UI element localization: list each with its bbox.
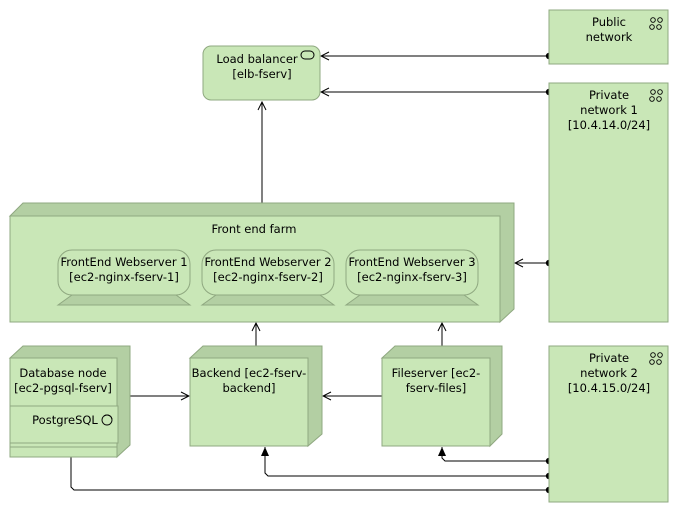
- webserver-1-label: FrontEnd Webserver 1: [60, 255, 187, 269]
- database-node[interactable]: Database node [ec2-pgsql-fserv] PostgreS…: [8, 345, 131, 459]
- private-network-2[interactable]: Private network 2 [10.4.15.0/24]: [548, 345, 669, 503]
- backend-label-1: Backend [ec2-fserv-: [192, 366, 307, 380]
- webserver-2[interactable]: FrontEnd Webserver 2 [ec2-nginx-fserv-2]: [200, 249, 336, 306]
- farm-name: Front end farm: [212, 222, 297, 236]
- private1-label-3: [10.4.14.0/24]: [568, 118, 650, 132]
- fileserver-label-1: Fileserver [ec2-: [392, 366, 481, 380]
- architecture-diagram: Load balancer [elb-fserv] Public network…: [8, 9, 669, 503]
- backend-node[interactable]: Backend [ec2-fserv- backend]: [188, 345, 323, 448]
- public-network-label-1: Public: [592, 15, 626, 29]
- private-network-1[interactable]: Private network 1 [10.4.14.0/24]: [548, 82, 669, 323]
- webserver-3[interactable]: FrontEnd Webserver 3 [ec2-nginx-fserv-3]: [344, 249, 480, 306]
- private1-label-2: network 1: [580, 103, 638, 117]
- webserver-1[interactable]: FrontEnd Webserver 1 [ec2-nginx-fserv-1]: [56, 249, 192, 306]
- webserver-2-label: FrontEnd Webserver 2: [204, 255, 331, 269]
- webserver-3-id: [ec2-nginx-fserv-3]: [357, 270, 467, 284]
- load-balancer-node[interactable]: Load balancer [elb-fserv]: [202, 45, 321, 101]
- public-network[interactable]: Public network: [548, 9, 669, 65]
- private2-label-3: [10.4.15.0/24]: [568, 381, 650, 395]
- backend-label-2: backend]: [222, 381, 275, 395]
- private2-label-1: Private: [589, 351, 629, 365]
- fileserver-node[interactable]: Fileserver [ec2- fserv-files]: [380, 345, 503, 448]
- postgresql-system-software[interactable]: PostgreSQL: [9, 405, 119, 444]
- private2-to-db-connection[interactable]: [67, 447, 553, 494]
- webserver-3-label: FrontEnd Webserver 3: [348, 255, 475, 269]
- lb-name: Load balancer: [216, 52, 298, 66]
- db-id: [ec2-pgsql-fserv]: [14, 381, 112, 395]
- public-network-label-2: network: [586, 30, 633, 44]
- fileserver-label-2: fserv-files]: [406, 381, 466, 395]
- lb-id: [elb-fserv]: [232, 67, 291, 81]
- db-label: Database node: [19, 366, 106, 380]
- private2-label-2: network 2: [580, 366, 638, 380]
- private2-to-fileserver-connection[interactable]: [438, 447, 553, 465]
- frontend-farm-node[interactable]: Front end farm FrontEnd Webserver 1 [ec2…: [8, 202, 515, 324]
- private1-label-1: Private: [589, 88, 629, 102]
- webserver-2-id: [ec2-nginx-fserv-2]: [213, 270, 323, 284]
- webserver-1-id: [ec2-nginx-fserv-1]: [69, 270, 179, 284]
- postgresql-label: PostgreSQL: [32, 413, 98, 427]
